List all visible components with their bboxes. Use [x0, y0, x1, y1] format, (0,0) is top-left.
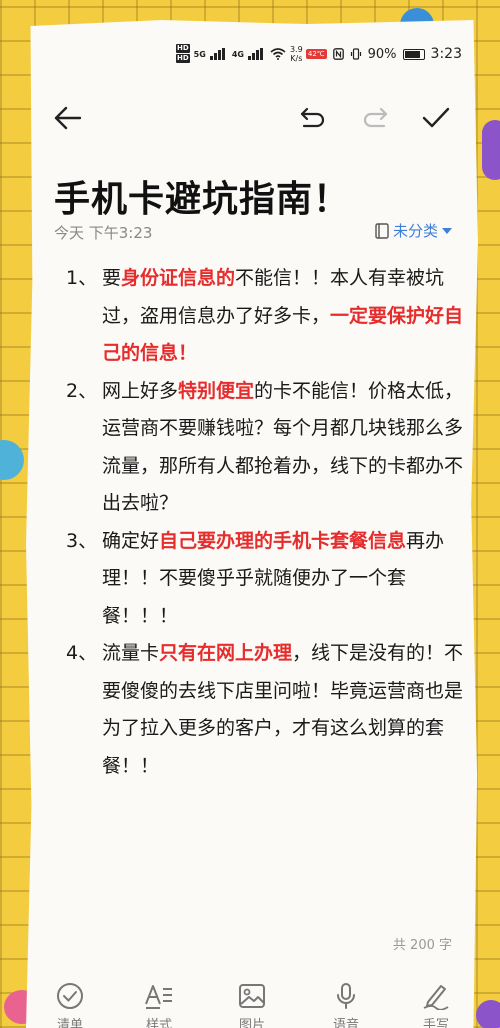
- image-button[interactable]: 图片: [222, 982, 282, 1028]
- highlighted-text: 特别便宜: [178, 379, 255, 402]
- battery-icon: [402, 48, 425, 60]
- category-label: 未分类: [392, 222, 438, 240]
- redo-button[interactable]: [356, 98, 396, 138]
- note-date: 今天 下午3:23: [54, 224, 153, 242]
- network-label-4g: 4G: [231, 49, 244, 59]
- highlighted-text: 只有在网上办理: [159, 642, 293, 664]
- body-text: 要: [102, 267, 122, 289]
- paragraph-number: 1、: [66, 267, 98, 289]
- wifi-icon: [270, 48, 286, 60]
- background-decoration: [482, 120, 500, 180]
- network-label-5g: 5G: [193, 49, 206, 59]
- handwriting-icon: [423, 985, 449, 1010]
- checklist-icon: [57, 983, 83, 1009]
- signal-icon: [209, 48, 228, 60]
- note-paragraph: 4、 流量卡只有在网上办理，线下是没有的！不要傻傻的去线下店里问啦！毕竟运营商也是…: [66, 635, 466, 785]
- body-text: 确定好: [102, 529, 160, 552]
- nfc-icon: [332, 48, 344, 60]
- note-paragraph: 1、 要身份证信息的不能信！！本人有幸被坑过，盗用信息办了好多卡，一定要保护好自己…: [66, 260, 466, 373]
- network-status: HD HD 5G 4G 3.9 K/s: [176, 44, 303, 64]
- arrow-left-icon: [54, 106, 82, 130]
- check-icon: [422, 107, 450, 128]
- note-title[interactable]: 手机卡避坑指南！: [54, 170, 350, 222]
- image-icon: [239, 984, 265, 1008]
- temperature-badge: 42℃: [305, 49, 327, 59]
- editor-toolbar: [26, 98, 478, 138]
- paragraph-number: 3、: [66, 529, 98, 552]
- bottom-toolbar: 清单 样式 图片 语音 手写: [26, 982, 478, 1028]
- paragraph-number: 4、: [66, 642, 98, 664]
- undo-button[interactable]: [292, 98, 332, 138]
- text-style-icon: [145, 985, 172, 1009]
- hd-badges: HD HD: [176, 44, 190, 63]
- battery-percent: 90%: [367, 46, 397, 62]
- folder-icon: [375, 222, 389, 239]
- word-count: 共 200 字: [392, 938, 452, 953]
- voice-button[interactable]: 语音: [316, 982, 376, 1028]
- checklist-button[interactable]: 清单: [40, 982, 100, 1028]
- text-style-button[interactable]: 样式: [129, 982, 189, 1028]
- network-speed: 3.9 K/s: [289, 45, 303, 63]
- highlighted-text: 身份证信息的: [121, 267, 236, 289]
- vibrate-icon: [350, 48, 361, 60]
- background-decoration: [476, 1000, 500, 1028]
- microphone-icon: [337, 983, 355, 1009]
- done-button[interactable]: [416, 98, 456, 138]
- paragraph-number: 2、: [66, 379, 98, 402]
- background-decoration: [0, 440, 24, 480]
- highlighted-text: 自己要办理的手机卡套餐信息: [159, 529, 407, 552]
- body-text: 流量卡: [102, 642, 160, 664]
- undo-icon: [300, 107, 325, 128]
- clock: 3:23: [430, 46, 462, 62]
- note-paper: HD HD 5G 4G 3.9 K/s 42℃ 90% 3:23 手机卡避坑指南…: [26, 20, 478, 1028]
- back-button[interactable]: [48, 98, 88, 138]
- note-paragraph: 3、 确定好自己要办理的手机卡套餐信息再办理！！不要傻乎乎就随便办了一个套餐！！！: [66, 523, 466, 636]
- body-text: 网上好多: [102, 379, 179, 402]
- chevron-down-icon: [442, 227, 452, 234]
- note-paragraph: 2、 网上好多特别便宜的卡不能信！价格太低，运营商不要赚钱啦？每个月都几块钱那么多…: [66, 373, 466, 523]
- system-status: 42℃ 90% 3:23: [305, 46, 462, 62]
- status-bar: HD HD 5G 4G 3.9 K/s 42℃ 90% 3:23: [26, 44, 478, 66]
- signal-icon: [247, 48, 266, 60]
- category-selector[interactable]: 未分类: [375, 220, 452, 241]
- note-body[interactable]: 1、 要身份证信息的不能信！！本人有幸被坑过，盗用信息办了好多卡，一定要保护好自己…: [66, 260, 466, 785]
- redo-icon: [363, 107, 388, 128]
- handwriting-button[interactable]: 手写: [406, 982, 466, 1028]
